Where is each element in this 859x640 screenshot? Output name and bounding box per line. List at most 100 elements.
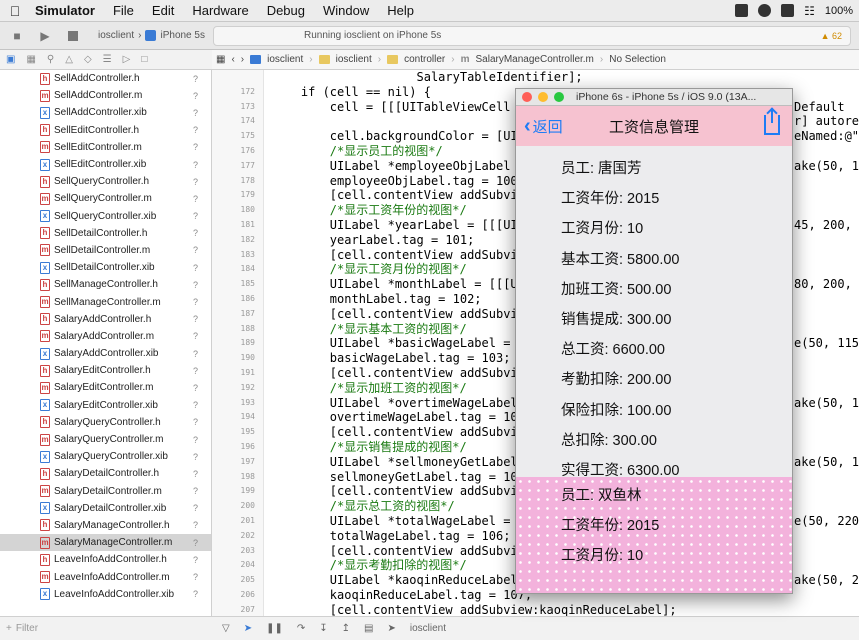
file-row[interactable]: h SalaryAddController.h? [0, 311, 211, 328]
file-row[interactable]: h SalaryManageController.h? [0, 517, 211, 534]
zoom-window-icon[interactable] [554, 92, 564, 102]
file-row[interactable]: m SellQueryController.m? [0, 190, 211, 207]
step-out-icon[interactable]: ↥ [342, 623, 350, 634]
salary-field-label: 销售提成: 300.00 [561, 311, 672, 328]
crumb-project[interactable]: iosclient [267, 54, 303, 65]
breakpoints-icon[interactable]: ➤ [244, 623, 252, 634]
xib-file-icon: x [40, 450, 50, 463]
salary-record-cell[interactable]: 员工: 双鱼林 工资年份: 2015 工资月份: 10 [516, 477, 792, 593]
warning-count: 62 [831, 30, 842, 41]
line-number: 175 [240, 131, 255, 141]
file-row[interactable]: m SellEditController.m? [0, 139, 211, 156]
menu-app-name[interactable]: Simulator [26, 3, 104, 18]
share-icon[interactable] [764, 109, 780, 135]
salary-record-cell[interactable]: 员工: 唐国芳 工资年份: 2015 工资月份: 10 基本工资: 5800.00 加班… [516, 146, 792, 479]
header-file-icon: h [40, 467, 50, 480]
scheme-selector[interactable]: iosclient › iPhone 5s [98, 30, 205, 41]
file-row[interactable]: x SellDetailController.xib? [0, 259, 211, 276]
code-line-fragment: eNamed:@"c [794, 129, 859, 144]
view-hierarchy-icon[interactable]: ▤ [364, 623, 373, 634]
file-row[interactable]: x SalaryDetailController.xib? [0, 500, 211, 517]
search-nav-icon[interactable]: ⚲ [47, 54, 54, 65]
sidebar-toggle-icon[interactable]: ■ [6, 27, 28, 45]
debug-nav-icon[interactable]: ☰ [103, 54, 112, 65]
hide-debug-icon[interactable]: ▽ [222, 623, 230, 634]
chevron-right-icon: › [309, 54, 313, 65]
filter-input[interactable]: Filter [16, 623, 38, 634]
forward-arrow-icon[interactable]: › [241, 54, 244, 65]
file-row[interactable]: h SellEditController.h? [0, 122, 211, 139]
step-in-icon[interactable]: ↧ [319, 623, 327, 634]
menu-file[interactable]: File [104, 3, 143, 18]
warning-indicator[interactable]: ▲ 62 [821, 31, 850, 41]
breakpoint-nav-icon[interactable]: ▷ [123, 54, 131, 65]
report-nav-icon[interactable]: □ [141, 54, 147, 65]
file-name: SellAddController.m [54, 90, 143, 102]
folder-nav-icon[interactable]: ▣ [6, 54, 15, 65]
tray-bell-icon[interactable] [781, 4, 795, 17]
file-row[interactable]: x SellAddController.xib? [0, 104, 211, 121]
file-row[interactable]: m SalaryEditController.m? [0, 379, 211, 396]
file-row[interactable]: m SalaryAddController.m? [0, 328, 211, 345]
pause-icon[interactable]: ❚❚ [266, 623, 283, 634]
xcode-toolbar: ■ ▶ iosclient › iPhone 5s Running ioscli… [0, 22, 859, 50]
file-row[interactable]: h SellQueryController.h? [0, 173, 211, 190]
file-row[interactable]: h SalaryQueryController.h? [0, 414, 211, 431]
tray-app-icon[interactable] [735, 4, 749, 17]
minimize-window-icon[interactable] [538, 92, 548, 102]
file-row[interactable]: m LeaveInfoAddController.m? [0, 568, 211, 585]
symbol-nav-icon[interactable]: ▦ [26, 54, 35, 65]
test-nav-icon[interactable]: ◇ [84, 54, 92, 65]
file-row[interactable]: h SellAddController.h? [0, 70, 211, 87]
line-number: 181 [240, 219, 255, 229]
file-name: SalaryQueryController.h [54, 416, 161, 428]
crumb-selection[interactable]: No Selection [609, 54, 666, 65]
menu-hardware[interactable]: Hardware [183, 3, 257, 18]
line-number: 206 [240, 589, 255, 599]
file-row[interactable]: m SalaryManageController.m? [0, 534, 211, 552]
file-row[interactable]: h SellDetailController.h? [0, 225, 211, 242]
run-button[interactable]: ▶ [34, 27, 56, 45]
debug-target-label[interactable]: iosclient [410, 623, 446, 634]
step-over-icon[interactable]: ↷ [297, 623, 305, 634]
crumb-file[interactable]: SalaryManageController.m [476, 54, 594, 65]
add-icon[interactable]: + [6, 623, 12, 634]
file-row[interactable]: x SellEditController.xib? [0, 156, 211, 173]
issue-nav-icon[interactable]: △ [65, 54, 73, 65]
stop-button[interactable] [62, 27, 84, 45]
close-window-icon[interactable] [522, 92, 532, 102]
related-items-icon[interactable]: ▦ [216, 54, 225, 65]
run-status-text: Running iosclient on iPhone 5s [303, 30, 442, 41]
file-row[interactable]: x SalaryQueryController.xib? [0, 448, 211, 465]
source-control-status: ? [193, 451, 199, 462]
apple-menu-icon[interactable]:  [4, 3, 26, 19]
wifi-icon[interactable]: ☷ [804, 4, 815, 18]
file-row[interactable]: x SellQueryController.xib? [0, 208, 211, 225]
line-number: 174 [240, 116, 255, 126]
file-row[interactable]: x SalaryAddController.xib? [0, 345, 211, 362]
tray-qq-icon[interactable] [758, 4, 772, 17]
simulator-titlebar[interactable]: iPhone 6s - iPhone 5s / iOS 9.0 (13A... [516, 89, 792, 106]
file-row[interactable]: h SalaryDetailController.h? [0, 465, 211, 482]
menu-debug[interactable]: Debug [258, 3, 314, 18]
file-row[interactable]: x SalaryEditController.xib? [0, 397, 211, 414]
file-row[interactable]: m SalaryQueryController.m? [0, 431, 211, 448]
file-row[interactable]: m SellDetailController.m? [0, 242, 211, 259]
menu-window[interactable]: Window [314, 3, 378, 18]
crumb-folder[interactable]: controller [404, 54, 445, 65]
file-row[interactable]: h LeaveInfoAddController.h? [0, 551, 211, 568]
file-row[interactable]: x LeaveInfoAddController.xib? [0, 586, 211, 603]
back-arrow-icon[interactable]: ‹ [231, 54, 234, 65]
header-file-icon: h [40, 278, 50, 291]
back-button[interactable]: ‹ 返回 [524, 116, 563, 137]
crumb-group[interactable]: iosclient [336, 54, 372, 65]
menu-edit[interactable]: Edit [143, 3, 183, 18]
file-row[interactable]: m SellManageController.m? [0, 293, 211, 310]
menu-help[interactable]: Help [378, 3, 423, 18]
location-icon[interactable]: ➤ [387, 623, 395, 634]
source-control-status: ? [193, 142, 199, 153]
file-row[interactable]: m SellAddController.m? [0, 87, 211, 104]
file-row[interactable]: h SalaryEditController.h? [0, 362, 211, 379]
file-row[interactable]: m SalaryDetailController.m? [0, 483, 211, 500]
file-row[interactable]: h SellManageController.h? [0, 276, 211, 293]
